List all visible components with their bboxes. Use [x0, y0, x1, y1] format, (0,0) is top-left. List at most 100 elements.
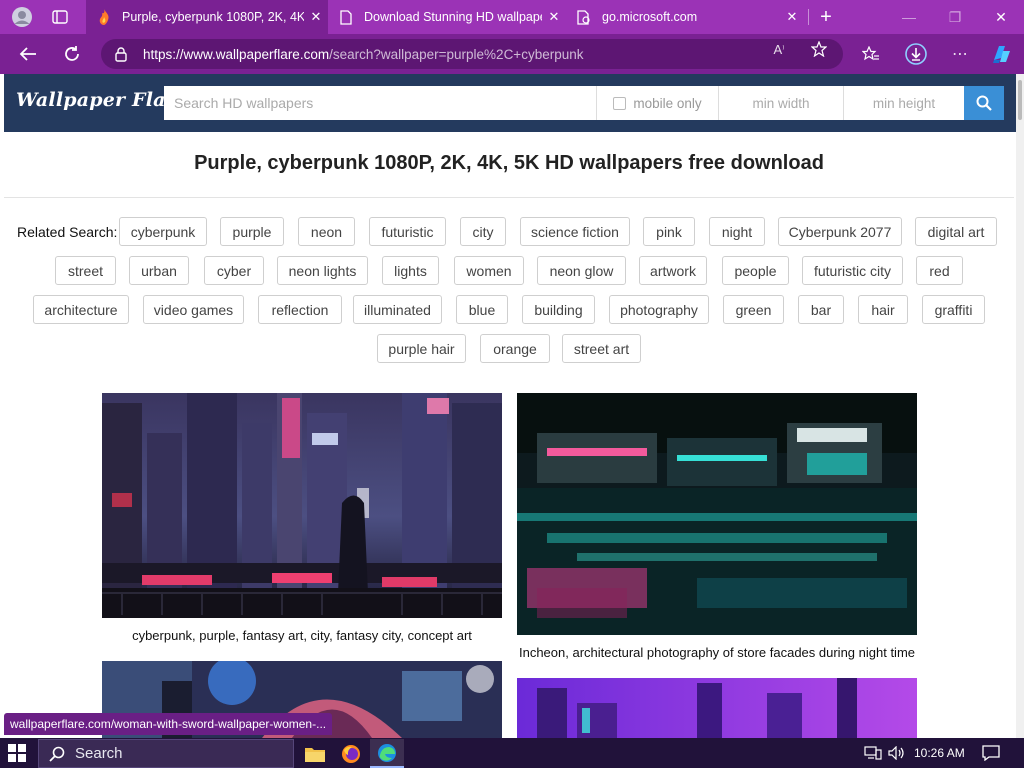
tag-link[interactable]: night: [709, 217, 765, 246]
wallpaper-card[interactable]: [517, 678, 917, 738]
refresh-button[interactable]: [56, 39, 88, 69]
tag-link[interactable]: city: [460, 217, 506, 246]
tag-link[interactable]: neon lights: [277, 256, 368, 285]
wallpaper-caption[interactable]: cyberpunk, purple, fantasy art, city, fa…: [102, 628, 502, 643]
min-width-input[interactable]: min width: [718, 86, 843, 120]
search-button[interactable]: [964, 86, 1004, 120]
purple-city-image: [517, 678, 917, 738]
tag-link[interactable]: building: [522, 295, 595, 324]
close-window-icon[interactable]: ✕: [978, 0, 1024, 34]
tab-wallpaperflare[interactable]: Purple, cyberpunk 1080P, 2K, 4K, ✕: [86, 0, 328, 34]
file-explorer-app[interactable]: [298, 739, 332, 768]
tag-link[interactable]: Cyberpunk 2077: [778, 217, 902, 246]
mobile-only-filter[interactable]: mobile only: [596, 86, 718, 120]
wallpaper-thumbnail[interactable]: [102, 393, 502, 618]
tag-link[interactable]: architecture: [33, 295, 129, 324]
tag-link[interactable]: cyberpunk: [119, 217, 207, 246]
tag-link[interactable]: science fiction: [520, 217, 630, 246]
scrollbar-thumb[interactable]: [1018, 80, 1022, 120]
tag-link[interactable]: blue: [456, 295, 508, 324]
wallpaper-thumbnail[interactable]: [517, 393, 917, 635]
address-toolbar: https://www.wallpaperflare.com/search?wa…: [0, 34, 1024, 74]
volume-icon[interactable]: [888, 738, 906, 768]
tag-link[interactable]: futuristic city: [802, 256, 903, 285]
tag-link[interactable]: hair: [858, 295, 908, 324]
more-menu-icon[interactable]: ⋯: [951, 46, 969, 63]
tag-link[interactable]: neon: [298, 217, 355, 246]
min-height-input[interactable]: min height: [843, 86, 964, 120]
restore-icon[interactable]: ❐: [932, 0, 978, 34]
tag-link[interactable]: purple hair: [377, 334, 466, 363]
favorites-icon[interactable]: [862, 46, 880, 62]
close-tab-icon[interactable]: ✕: [780, 9, 804, 25]
taskbar-search[interactable]: Search: [38, 739, 294, 768]
wallpaper-caption[interactable]: Incheon, architectural photography of st…: [517, 645, 917, 660]
url-path: /search?wallpaper=purple%2C+cyberpunk: [329, 46, 584, 62]
windows-taskbar: Search 10:26 AM: [0, 738, 1024, 768]
tab-download-hd[interactable]: Download Stunning HD wallpape ✕: [328, 0, 566, 34]
tag-link[interactable]: red: [916, 256, 963, 285]
new-tab-button[interactable]: +: [810, 4, 842, 30]
profile-icon: [12, 7, 32, 27]
network-icon[interactable]: [864, 738, 882, 768]
tab-title: Purple, cyberpunk 1080P, 2K, 4K,: [122, 10, 304, 24]
close-tab-icon[interactable]: ✕: [542, 9, 566, 25]
tag-link[interactable]: futuristic: [369, 217, 446, 246]
site-header: Wallpaper Flare mobile only min width mi…: [4, 74, 1020, 132]
tab-go-microsoft[interactable]: go.microsoft.com ✕: [566, 0, 804, 34]
tag-link[interactable]: photography: [609, 295, 709, 324]
tab-actions-icon: [52, 10, 68, 24]
copilot-icon[interactable]: [990, 42, 1014, 66]
incheon-night-image: [517, 393, 917, 635]
page-scrollbar[interactable]: [1016, 74, 1024, 738]
favorite-star-icon[interactable]: [810, 41, 828, 57]
tag-link[interactable]: urban: [129, 256, 189, 285]
minimize-icon[interactable]: —: [886, 0, 932, 34]
related-search-label: Related Search:: [17, 224, 118, 240]
folder-icon: [305, 747, 325, 762]
back-button[interactable]: [12, 39, 44, 69]
tag-link[interactable]: neon glow: [537, 256, 626, 285]
tag-link[interactable]: illuminated: [353, 295, 442, 324]
lock-icon[interactable]: [115, 46, 131, 62]
tag-link[interactable]: green: [723, 295, 784, 324]
downloads-icon[interactable]: [904, 43, 928, 65]
tag-link[interactable]: video games: [143, 295, 244, 324]
tag-link[interactable]: street: [55, 256, 116, 285]
tag-link[interactable]: graffiti: [922, 295, 985, 324]
tag-link[interactable]: people: [722, 256, 789, 285]
taskbar-search-label: Search: [75, 745, 123, 762]
windows-logo-icon: [8, 744, 26, 762]
tag-link[interactable]: digital art: [915, 217, 997, 246]
firefox-app[interactable]: [334, 739, 368, 768]
start-button[interactable]: [8, 744, 26, 767]
read-aloud-icon[interactable]: A ⁾: [770, 41, 788, 57]
page-favicon-icon: [576, 9, 592, 25]
tag-link[interactable]: lights: [382, 256, 439, 285]
wallpaper-card[interactable]: Incheon, architectural photography of st…: [517, 393, 917, 672]
tag-link[interactable]: purple: [220, 217, 284, 246]
edge-app[interactable]: [370, 739, 404, 768]
site-logo[interactable]: Wallpaper Flare: [16, 89, 188, 111]
profile-avatar[interactable]: [6, 4, 38, 30]
close-tab-icon[interactable]: ✕: [304, 9, 328, 25]
clock-time[interactable]: 10:26 AM: [914, 738, 968, 768]
search-input[interactable]: [164, 86, 596, 120]
tag-link[interactable]: reflection: [258, 295, 342, 324]
tag-link[interactable]: orange: [480, 334, 550, 363]
tag-link[interactable]: cyber: [204, 256, 264, 285]
notifications-icon[interactable]: [982, 738, 1000, 768]
tab-separator: [808, 9, 809, 25]
tag-link[interactable]: pink: [643, 217, 695, 246]
mobile-only-checkbox[interactable]: [613, 96, 627, 110]
tag-link[interactable]: bar: [798, 295, 844, 324]
wallpaper-card[interactable]: cyberpunk, purple, fantasy art, city, fa…: [102, 393, 502, 655]
wallpaper-thumbnail[interactable]: [517, 678, 917, 738]
tag-link[interactable]: women: [454, 256, 524, 285]
tab-actions-button[interactable]: [44, 4, 76, 30]
address-bar[interactable]: https://www.wallpaperflare.com/search?wa…: [101, 39, 843, 69]
tag-link[interactable]: artwork: [639, 256, 707, 285]
browser-title-bar: Purple, cyberpunk 1080P, 2K, 4K, ✕ Downl…: [0, 0, 1024, 34]
tag-link[interactable]: street art: [562, 334, 641, 363]
page-favicon-icon: [338, 9, 354, 25]
